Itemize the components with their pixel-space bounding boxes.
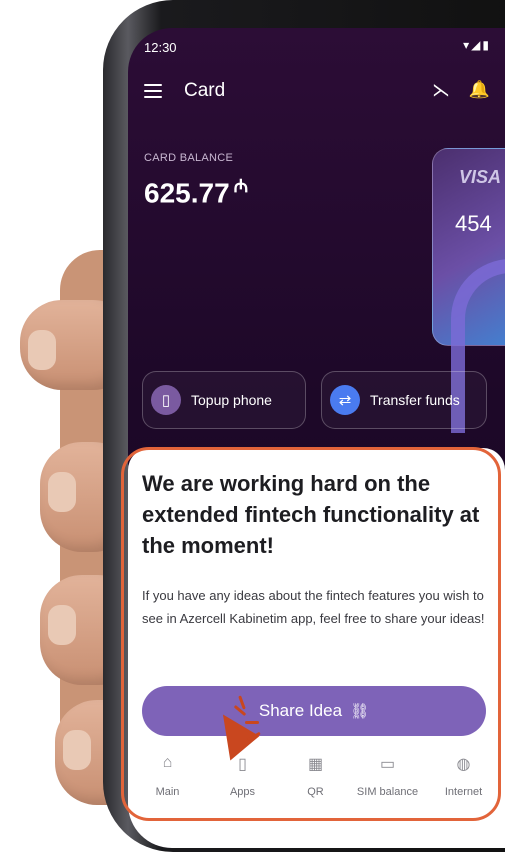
currency-symbol: ₼ [233, 176, 249, 196]
transfer-icon: ⇄ [330, 385, 360, 415]
tab-qr[interactable]: ▦ QR [278, 754, 353, 798]
globe-icon: ◍ [456, 756, 471, 773]
tab-apps-label: Apps [229, 786, 256, 798]
notice-description: If you have any ideas about the fintech … [142, 588, 485, 626]
wallet-icon: ▭ [379, 756, 396, 773]
app-header: Card ⋋ 🔔 [144, 78, 494, 108]
transfer-funds-label: Transfer funds [370, 392, 460, 408]
phone-icon: ▯ [151, 385, 181, 415]
topup-phone-label: Topup phone [191, 392, 272, 408]
cursor-ray [245, 721, 259, 724]
hamburger-menu-icon[interactable] [144, 84, 162, 98]
card-brand: VISA [459, 167, 502, 187]
bell-icon[interactable]: 🔔 [469, 80, 490, 100]
tab-internet-label: Internet [444, 786, 483, 798]
tab-apps[interactable]: ▯ Apps [205, 754, 280, 798]
visa-card[interactable]: VISA 454 [432, 148, 505, 433]
tab-main-label: Main [155, 786, 180, 798]
tab-internet[interactable]: ◍ Internet [426, 754, 501, 798]
balance-value: 625.77 [144, 177, 230, 209]
card-number: 454 [455, 211, 492, 236]
qr-icon: ▦ [307, 756, 324, 773]
balance-label: CARD BALANCE [144, 152, 234, 164]
home-icon: ⌂ [162, 754, 173, 771]
topup-phone-button[interactable]: ▯ Topup phone [142, 371, 306, 429]
transfer-funds-button[interactable]: ⇄ Transfer funds [321, 371, 487, 429]
bottom-nav: ⌂ Main ▯ Apps ▦ QR ▭ SIM balance ◍ Internet [128, 754, 505, 814]
page-title: Card [184, 80, 226, 101]
tab-main[interactable]: ⌂ Main [130, 754, 205, 798]
status-time: 12:30 [144, 40, 177, 55]
notice-headline: We are working hard on the extended fint… [142, 471, 480, 558]
share-idea-label: Share Idea [258, 701, 343, 720]
notice-sheet: We are working hard on the extended fint… [128, 448, 505, 848]
tab-qr-label: QR [307, 786, 324, 798]
status-icons: ▾◢▮ [463, 38, 491, 52]
tab-sim-label: SIM balance [356, 786, 419, 798]
brand-icon[interactable]: ⋋ [432, 80, 450, 101]
tab-sim-balance[interactable]: ▭ SIM balance [350, 754, 425, 798]
link-icon: ⛓ [350, 703, 370, 720]
apps-icon: ▯ [238, 756, 247, 773]
phone-screen: 12:30 ▾◢▮ Card ⋋ 🔔 CARD BALANCE 625.77 ₼ … [128, 28, 505, 848]
balance-amount: 625.77 ₼ [144, 174, 248, 209]
share-idea-button[interactable]: Share Idea ⛓ [142, 686, 486, 736]
